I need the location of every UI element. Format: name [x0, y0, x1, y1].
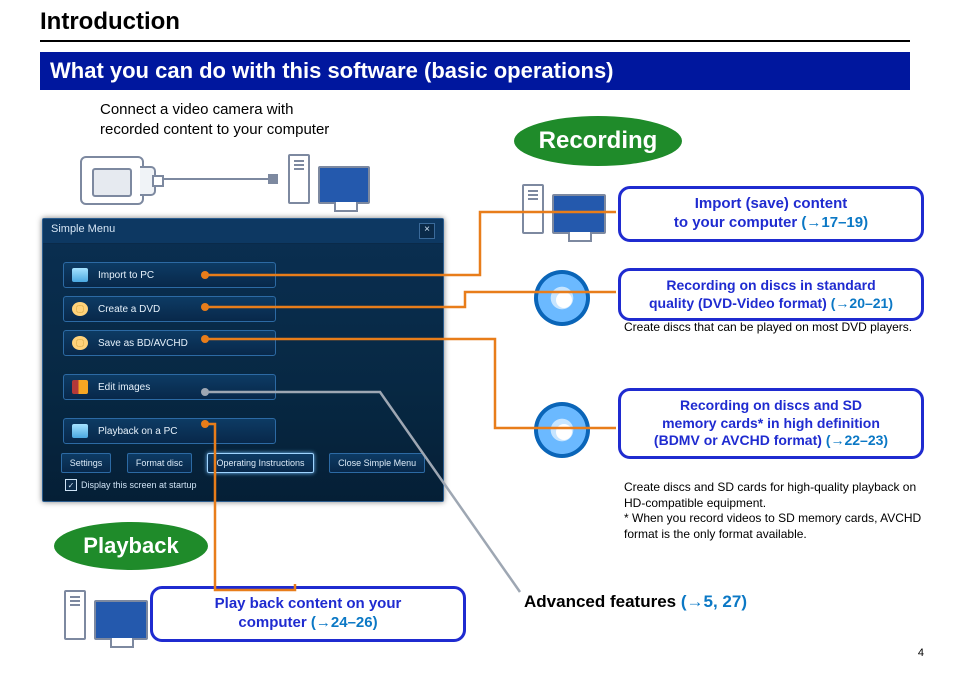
menu-item-label: Import to PC: [98, 270, 154, 281]
box-line: computer: [238, 614, 311, 631]
box-playback-pc: Play back content on your computer (→24–…: [150, 586, 466, 642]
heading-introduction: Introduction: [40, 0, 910, 42]
computer-icon: [288, 154, 370, 204]
disc-icon: [534, 270, 590, 326]
box-line: Import (save) content: [695, 195, 848, 212]
recording-section-label: Recording: [514, 116, 682, 166]
checkbox-icon: ✓: [65, 479, 77, 491]
box-import-content: Import (save) content to your computer (…: [618, 186, 924, 242]
startup-checkbox-label: Display this screen at startup: [81, 480, 197, 490]
startup-checkbox[interactable]: ✓ Display this screen at startup: [65, 479, 197, 491]
page-ref[interactable]: (→24–26): [311, 614, 378, 631]
monitor-icon: [94, 600, 148, 640]
camera-to-pc-diagram: [80, 150, 400, 210]
computer-icon: [64, 590, 148, 640]
tower-icon: [522, 184, 544, 234]
box-record-hd: Recording on discs and SD memory cards* …: [618, 388, 924, 459]
page-number: 4: [918, 647, 924, 659]
advanced-features: Advanced features (→5, 27): [524, 592, 747, 612]
menu-bottom-format-disc[interactable]: Format disc: [127, 453, 192, 473]
menu-item-label: Playback on a PC: [98, 426, 178, 437]
import-icon: [72, 268, 88, 282]
menu-bottom-close-simple-menu[interactable]: Close Simple Menu: [329, 453, 425, 473]
filmstrip-icon: [72, 380, 88, 394]
play-icon: [72, 424, 88, 438]
tower-icon: [64, 590, 86, 640]
menu-item-label: Save as BD/AVCHD: [98, 338, 188, 349]
connect-line2: recorded content to your computer: [100, 121, 329, 138]
box-line: memory cards* in high definition: [662, 415, 880, 431]
advanced-label: Advanced features: [524, 592, 681, 611]
menu-item-save-bd-avchd[interactable]: Save as BD/AVCHD: [63, 330, 276, 356]
menu-item-label: Edit images: [98, 382, 150, 393]
playback-section-label: Playback: [54, 522, 208, 570]
close-icon[interactable]: ×: [419, 223, 435, 239]
bd-icon: [72, 336, 88, 350]
box-line: (BDMV or AVCHD format): [654, 432, 826, 448]
simple-menu-title: Simple Menu: [51, 223, 115, 239]
subheading-bar: What you can do with this software (basi…: [40, 52, 910, 90]
box-line: Recording on discs and SD: [680, 397, 862, 413]
page-ref[interactable]: (→5, 27): [681, 592, 747, 611]
monitor-icon: [552, 194, 606, 234]
menu-bottom-operating-instructions[interactable]: Operating Instructions: [207, 453, 313, 473]
caption-dvd: Create discs that can be played on most …: [624, 320, 920, 336]
caption-line: * When you record videos to SD memory ca…: [624, 511, 921, 541]
page-ref[interactable]: (→20–21): [831, 295, 893, 311]
disc-icon: [534, 402, 590, 458]
caption-hd: Create discs and SD cards for high-quali…: [624, 480, 924, 542]
box-line: Recording on discs in standard: [666, 277, 875, 293]
simple-menu-window: Simple Menu × Import to PC Create a DVD …: [42, 218, 444, 502]
box-line: Play back content on your: [215, 595, 402, 612]
menu-item-import-to-pc[interactable]: Import to PC: [63, 262, 276, 288]
monitor-icon: [318, 166, 370, 204]
menu-item-edit-images[interactable]: Edit images: [63, 374, 276, 400]
box-line: quality (DVD-Video format): [649, 295, 831, 311]
disc-hole-icon: [556, 424, 572, 440]
computer-icon: [522, 184, 606, 234]
connect-instruction: Connect a video camera with recorded con…: [100, 100, 329, 139]
page-ref[interactable]: (→22–23): [826, 432, 888, 448]
camcorder-icon: [80, 156, 144, 205]
box-record-dvd: Recording on discs in standard quality (…: [618, 268, 924, 321]
menu-item-create-dvd[interactable]: Create a DVD: [63, 296, 276, 322]
tower-icon: [288, 154, 310, 204]
dvd-icon: [72, 302, 88, 316]
caption-line: Create discs and SD cards for high-quali…: [624, 480, 916, 510]
menu-item-playback-on-pc[interactable]: Playback on a PC: [63, 418, 276, 444]
disc-hole-icon: [556, 292, 572, 308]
box-line: to your computer: [674, 214, 802, 231]
menu-item-label: Create a DVD: [98, 304, 160, 315]
connect-line1: Connect a video camera with: [100, 101, 293, 118]
simple-menu-titlebar: Simple Menu ×: [43, 219, 443, 244]
page-ref[interactable]: (→17–19): [801, 214, 868, 231]
usb-cable-icon: [160, 178, 270, 180]
menu-bottom-settings[interactable]: Settings: [61, 453, 112, 473]
